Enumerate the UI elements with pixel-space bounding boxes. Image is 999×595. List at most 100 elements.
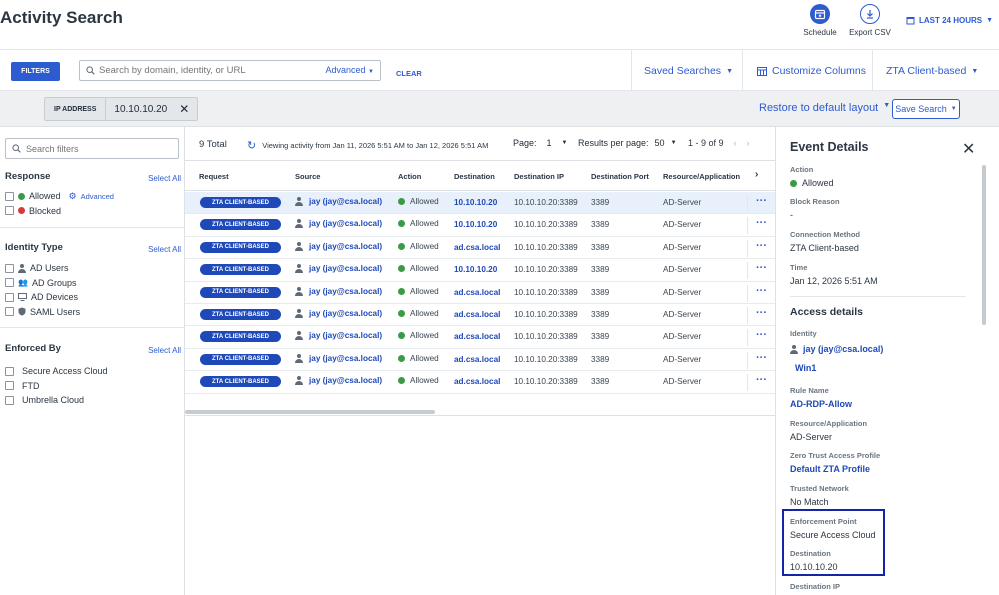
cell-source[interactable]: jay (jay@csa.local) [295,264,382,274]
cell-destination-ip-text: 10.10.10.20:3389 [514,265,578,275]
zta-profile-link[interactable]: Default ZTA Profile [790,464,980,474]
select-all-link[interactable]: Select All [148,346,181,355]
more-options-icon[interactable]: ··· [747,239,775,257]
saved-searches-dropdown[interactable]: Saved Searches ▼ [644,65,733,77]
save-search-button[interactable]: Save Search ▼ [892,99,960,119]
cell-destination[interactable]: ad.csa.local [454,288,500,297]
checkbox[interactable] [5,395,14,405]
rule-name-link[interactable]: AD-RDP-Allow [790,399,980,409]
cell-source[interactable]: jay (jay@csa.local) [295,309,382,318]
table-row[interactable]: ZTA CLIENT-BASED jay (jay@csa.local) Allow… [185,282,775,304]
restore-default-layout-button[interactable]: Restore to default layout ▼ [759,102,890,114]
cell-source[interactable]: jay (jay@csa.local) [295,376,382,386]
filter-option-ad-users[interactable]: AD Users [5,261,181,276]
more-options-icon[interactable]: ··· [747,351,775,369]
table-row[interactable]: ZTA CLIENT-BASED jay (jay@csa.local) Allow… [185,371,775,394]
cell-source[interactable]: jay (jay@csa.local) [295,286,382,296]
filter-search-field[interactable] [5,138,179,159]
filter-option-umbrella-cloud[interactable]: Umbrella Cloud [5,393,181,408]
more-options-icon[interactable]: ··· [747,374,775,392]
results-per-page-selector[interactable]: Results per page: 50 ▼ [578,138,677,148]
column-header-resource-application[interactable]: Resource/Application [663,172,740,181]
page-selector[interactable]: Page: 1 ▼ [513,138,568,148]
column-header-destination-ip[interactable]: Destination IP [514,172,564,181]
checkbox[interactable] [5,278,14,288]
checkbox[interactable] [5,366,14,376]
checkbox[interactable] [5,263,14,273]
chevron-left-icon[interactable]: ‹ [734,138,737,148]
filter-search-input[interactable] [26,143,166,154]
refresh-icon[interactable]: ↻ [247,139,256,152]
schedule-button[interactable]: Schedule [800,4,840,37]
advanced-search-dropdown[interactable]: Advanced ▼ [326,65,375,75]
access-details-heading: Access details [790,306,863,318]
table-row[interactable]: ZTA CLIENT-BASED jay (jay@csa.local) Allow… [185,214,775,237]
select-all-link[interactable]: Select All [148,245,181,254]
checkbox[interactable] [5,206,14,216]
cell-destination[interactable]: ad.csa.local [454,332,500,341]
column-header-source[interactable]: Source [295,172,320,181]
customize-columns-button[interactable]: Customize Columns [757,65,866,77]
more-options-icon[interactable]: ··· [747,195,775,212]
table-row[interactable]: ZTA CLIENT-BASED jay (jay@csa.local) Allow… [185,349,775,372]
column-header-request[interactable]: Request [199,172,229,181]
filter-option-blocked[interactable]: Blocked [5,204,181,219]
cell-source[interactable]: jay (jay@csa.local) [295,197,382,206]
table-row[interactable]: ZTA CLIENT-BASED jay (jay@csa.local) Allow… [185,259,775,282]
filter-option-ftd[interactable]: FTD [5,379,181,394]
cell-destination-ip: 10.10.10.20:3389 [514,310,578,319]
save-search-label: Save Search [895,104,947,114]
search-input[interactable] [99,65,319,76]
close-icon[interactable]: ✕ [962,139,975,159]
cell-source[interactable]: jay (jay@csa.local) [295,241,382,251]
view-selector-dropdown[interactable]: ZTA Client-based ▼ [886,65,978,77]
advanced-link[interactable]: Advanced [81,192,114,201]
clear-button[interactable]: CLEAR [396,69,422,78]
cell-destination[interactable]: ad.csa.local [454,310,500,319]
more-options-icon[interactable]: ··· [747,329,775,347]
horizontal-scrollbar[interactable] [185,410,435,414]
column-header-destination-port[interactable]: Destination Port [591,172,649,181]
cell-destination[interactable]: 10.10.10.20 [454,198,497,207]
checkbox[interactable] [5,191,14,201]
table-row[interactable]: ZTA CLIENT-BASED jay (jay@csa.local) Allow… [185,304,775,327]
time-range-label: LAST 24 HOURS [919,16,983,25]
filter-option-ad-devices[interactable]: AD Devices [5,290,181,305]
device-link[interactable]: Win1 [795,363,980,373]
column-header-destination[interactable]: Destination [454,172,495,181]
cell-destination[interactable]: 10.10.10.20 [454,220,497,229]
cell-source[interactable]: jay (jay@csa.local) [295,331,382,341]
filter-option-saml-users[interactable]: SAML Users [5,305,181,320]
filters-button[interactable]: FILTERS [11,62,60,81]
filter-option-secure-access-cloud[interactable]: Secure Access Cloud [5,364,181,379]
cell-source[interactable]: jay (jay@csa.local) [295,353,382,363]
more-options-icon[interactable]: ··· [747,284,775,302]
filter-option-allowed[interactable]: Allowed ⚙ Advanced [5,189,181,204]
search-field[interactable]: Advanced ▼ [79,60,381,81]
cell-destination[interactable]: ad.csa.local [454,355,500,364]
time-range-selector[interactable]: LAST 24 HOURS ▼ [906,16,993,25]
chevron-right-icon[interactable]: › [755,169,758,180]
more-options-icon[interactable]: ··· [747,217,775,235]
export-csv-button[interactable]: Export CSV [848,4,892,37]
cell-destination[interactable]: ad.csa.local [454,377,500,386]
more-options-icon[interactable]: ··· [747,307,775,324]
identity-link[interactable]: jay (jay@csa.local) [790,344,980,354]
filter-option-ad-groups[interactable]: 👥 AD Groups [5,276,181,291]
close-icon[interactable]: ✕ [179,102,189,116]
column-header-action[interactable]: Action [398,172,421,181]
table-row[interactable]: ZTA CLIENT-BASED jay (jay@csa.local) Allow… [185,237,775,260]
select-all-link[interactable]: Select All [148,174,181,183]
cell-source[interactable]: jay (jay@csa.local) [295,219,382,229]
cell-destination[interactable]: 10.10.10.20 [454,265,497,274]
checkbox[interactable] [5,307,14,317]
cell-destination[interactable]: ad.csa.local [454,243,500,252]
more-options-icon[interactable]: ··· [747,262,775,280]
checkbox[interactable] [5,381,14,391]
chevron-right-icon[interactable]: › [747,138,750,148]
vertical-scrollbar[interactable] [982,165,986,325]
table-row[interactable]: ZTA CLIENT-BASED jay (jay@csa.local) Allow… [185,192,775,215]
checkbox[interactable] [5,292,14,302]
request-type-badge: ZTA CLIENT-BASED [200,309,281,320]
table-row[interactable]: ZTA CLIENT-BASED jay (jay@csa.local) Allow… [185,326,775,349]
